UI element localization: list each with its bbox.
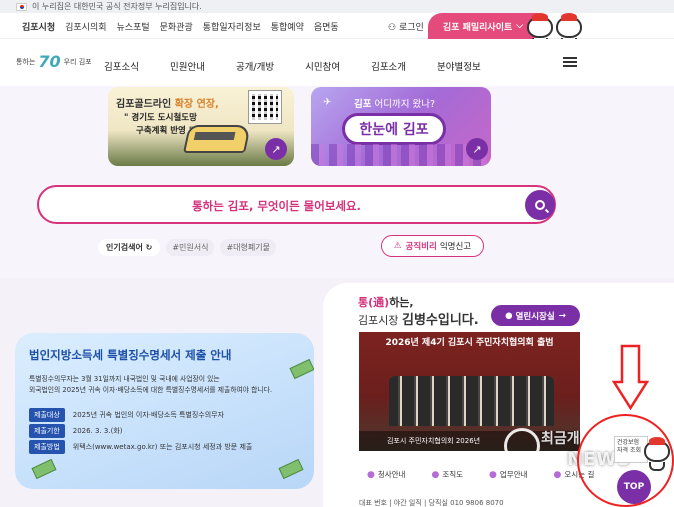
menu-item-open[interactable]: 공개/개방 <box>236 59 274 73</box>
open-mayor-office-label: 열린시장실 <box>515 311 555 322</box>
search-placeholder: 통하는 김포, 무엇이든 물어보세요. <box>192 199 361 213</box>
family-site-label: 김포 패밀리사이트 <box>442 22 513 33</box>
logo-suffix: 우리 김포 <box>63 57 92 66</box>
gimpo-overview-banner[interactable]: ✈ 김포 어디까지 왔나? 한눈에 김포 ↗ <box>311 87 491 166</box>
gov-banner: 이 누리집은 대한민국 공식 전자정부 누리집입니다. <box>0 0 674 13</box>
utility-link-culture[interactable]: 문화관광 <box>160 20 193 33</box>
main-nav: 통하는 70 우리 김포 김포소식 민원안내 공개/개방 시민참여 김포소개 분… <box>0 39 674 86</box>
tax-row-value: 2025년 귀속 법인의 이자·배당소득 특별징수의무자 <box>72 411 225 419</box>
utility-link-reservation[interactable]: 통합예약 <box>271 20 304 33</box>
login-link[interactable]: ⚇ 로그인 <box>388 20 424 33</box>
tax-notice-card[interactable]: 법인지방소득세 특별징수명세서 제출 안내 특별징수의무자는 3월 31일까지 … <box>15 333 314 489</box>
arrow-right-icon[interactable]: ↗ <box>265 138 287 160</box>
banknote-icon <box>31 458 57 480</box>
open-mayor-office-button[interactable]: ● 열린시장실 → <box>491 305 580 326</box>
utility-link-jobs[interactable]: 통합일자리정보 <box>203 20 261 33</box>
banner2-title: 김포 어디까지 왔나? <box>354 96 435 110</box>
tax-row-target: 제출대상 2025년 귀속 법인의 이자·배당소득 특별징수의무자 <box>29 408 224 422</box>
tax-row-label: 제출방법 <box>29 440 65 454</box>
tax-row-value: 2026. 3. 3.(화) <box>72 427 123 435</box>
report-label-a: 공직비리 <box>405 242 437 252</box>
gold-line-banner[interactable]: 김포골드라인 확장 연장, " 경기도 도시철도망 구축계획 반영 " ↗ <box>108 87 294 166</box>
siren-icon: ⚠ <box>393 241 402 251</box>
photo-banner-text: 2026년 제4기 김포시 주민자치협의회 출범 <box>385 338 554 348</box>
banknote-icon <box>278 458 304 480</box>
utility-link-news[interactable]: 뉴스포털 <box>117 20 150 33</box>
site-logo[interactable]: 통하는 70 우리 김포 <box>16 52 92 71</box>
search-button[interactable] <box>525 190 555 220</box>
banner2-title-b: 어디까지 왔나? <box>371 99 436 110</box>
red-circle-annotation <box>577 414 674 507</box>
mayor-slogan: 통(通)하는, <box>358 294 414 310</box>
user-icon: ⚇ <box>388 23 397 33</box>
utility-link-council[interactable]: 김포시의회 <box>65 20 106 33</box>
contact-strip: 대표 번호 | 야간 일직 | 당직실 010 9806 8070 <box>359 499 504 507</box>
train-illustration <box>183 125 251 153</box>
menu-item-fields[interactable]: 분야별정보 <box>437 59 481 73</box>
banner2-headline: 한눈에 김포 <box>342 113 446 145</box>
banner1-title-a: 김포골드라인 <box>116 99 172 110</box>
tax-notice-title: 법인지방소득세 특별징수명세서 제출 안내 <box>29 348 232 362</box>
mayor-title-prefix: 김포시장 <box>358 314 402 327</box>
tax-notice-desc: 특별징수의무자는 3월 31일까지 내국법인 및 국내에 사업장이 있는 외국법… <box>29 374 309 396</box>
tax-row-value: 위택스(www.wetax.go.kr) 또는 김포시청 세정과 방문 제출 <box>72 443 253 451</box>
logo-number: 70 <box>38 52 61 71</box>
quick-link-building[interactable]: 청사안내 <box>367 469 406 480</box>
utility-link-city-hall[interactable]: 김포시청 <box>22 20 55 33</box>
tax-desc-line1: 특별징수의무자는 3월 31일까지 내국법인 및 국내에 사업장이 있는 <box>29 375 220 383</box>
utility-links: 김포시청 김포시의회 뉴스포털 문화관광 통합일자리정보 통합예약 읍면동 <box>22 20 349 33</box>
drone-icon: ✈ <box>323 97 332 108</box>
banner2-title-a: 김포 <box>354 99 372 110</box>
mayor-title-name: 김병수입니다. <box>401 313 479 328</box>
popular-search-tags: 인기검색어 ↻ #민원서식 #대형폐기물 <box>98 239 282 256</box>
report-label-b: 익명신고 <box>439 242 472 252</box>
watermark-text-1: 최금개 <box>541 431 580 447</box>
banner1-title-b: 확장 연장, <box>174 99 219 110</box>
menu-item-about[interactable]: 김포소개 <box>371 59 406 73</box>
popular-search-text: 인기검색어 <box>106 243 143 252</box>
person-icon: ● <box>505 310 513 321</box>
red-arrow-annotation-icon <box>612 344 649 410</box>
menu-item-news[interactable]: 김포소식 <box>104 59 139 73</box>
anonymous-report-button[interactable]: ⚠ 공직비리 익명신고 <box>381 235 484 257</box>
popular-search-label[interactable]: 인기검색어 ↻ <box>98 239 161 256</box>
arrow-right-icon: → <box>558 310 566 321</box>
group-photo-illustration <box>389 376 554 426</box>
tag-bulky-waste[interactable]: #대형폐기물 <box>220 239 276 256</box>
logo-prefix: 통하는 <box>16 57 36 66</box>
tax-row-label: 제출대상 <box>29 408 65 422</box>
main-menu: 김포소식 민원안내 공개/개방 시민참여 김포소개 분야별정보 <box>104 59 512 73</box>
utility-link-district[interactable]: 읍면동 <box>314 20 339 33</box>
banner1-title: 김포골드라인 확장 연장, <box>116 95 219 110</box>
gov-banner-text: 이 누리집은 대한민국 공식 전자정부 누리집입니다. <box>32 2 202 11</box>
refresh-icon: ↻ <box>145 243 153 252</box>
chevron-circle-icon: ⌵ <box>516 21 524 31</box>
hamburger-menu-icon[interactable] <box>563 57 577 67</box>
search-input[interactable]: 통하는 김포, 무엇이든 물어보세요. <box>37 185 556 224</box>
qr-code-icon <box>248 90 282 124</box>
tax-row-label: 제출기한 <box>29 424 65 438</box>
menu-item-participation[interactable]: 시민참여 <box>305 59 340 73</box>
menu-item-civil[interactable]: 민원안내 <box>170 59 205 73</box>
city-skyline-illustration <box>311 144 491 166</box>
tax-desc-line2: 외국법인의 2025년 귀속 이자·배당소득에 대한 특별징수명세서를 제출하여… <box>29 386 273 394</box>
korean-flag-icon <box>16 2 27 11</box>
tag-civil-forms[interactable]: #민원서식 <box>166 239 215 256</box>
mayor-name: 김포시장 김병수입니다. <box>358 309 479 328</box>
login-label: 로그인 <box>398 23 424 33</box>
banner1-line2: " 경기도 도시철도망 <box>124 113 197 123</box>
banner1-line3: 구축계획 반영 " <box>136 126 194 136</box>
mayor-slogan-b: 하는, <box>389 296 414 309</box>
tax-row-method: 제출방법 위택스(www.wetax.go.kr) 또는 김포시청 세정과 방문… <box>29 440 252 454</box>
quick-link-org[interactable]: 조직도 <box>431 469 463 480</box>
search-icon <box>535 200 545 210</box>
family-site-button[interactable]: 김포 패밀리사이트 ⌵ <box>428 13 538 39</box>
tax-row-deadline: 제출기한 2026. 3. 3.(화) <box>29 424 123 438</box>
mayor-slogan-a: 통(通) <box>358 296 390 309</box>
arrow-right-icon[interactable]: ↗ <box>466 138 488 160</box>
